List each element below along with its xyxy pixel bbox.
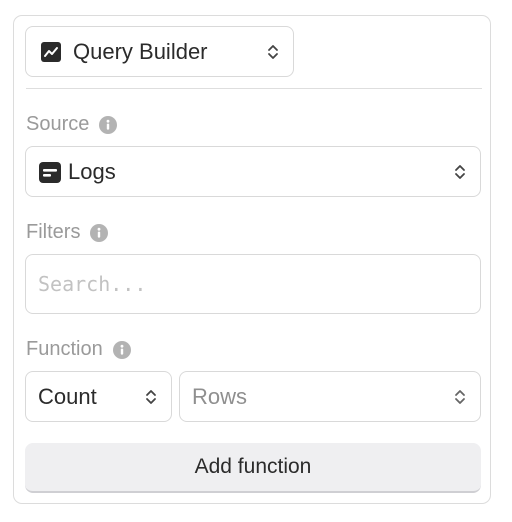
logs-icon (39, 162, 61, 183)
chevron-updown-icon (146, 389, 156, 404)
info-icon[interactable] (112, 340, 131, 359)
divider (26, 88, 482, 89)
add-function-button[interactable]: Add function (25, 443, 481, 493)
chevron-updown-icon (268, 44, 278, 59)
filters-search-input[interactable] (26, 255, 480, 313)
info-icon[interactable] (90, 223, 109, 242)
aggregate-select[interactable]: Count (25, 371, 172, 422)
query-mode-select[interactable]: Query Builder (25, 26, 294, 77)
aggregate-value: Count (38, 383, 97, 409)
info-icon[interactable] (99, 115, 118, 134)
chevron-updown-icon (455, 164, 465, 179)
source-label: Source (26, 113, 118, 136)
function-label: Function (26, 338, 131, 361)
source-select[interactable]: Logs (25, 146, 481, 197)
filters-label: Filters (26, 221, 109, 244)
chevron-updown-icon (455, 389, 465, 404)
query-mode-label: Query Builder (73, 38, 208, 64)
filters-search-box (25, 254, 481, 314)
target-value: Rows (192, 383, 248, 409)
target-select[interactable]: Rows (179, 371, 481, 422)
chart-line-icon (41, 42, 61, 62)
source-value: Logs (68, 158, 116, 184)
